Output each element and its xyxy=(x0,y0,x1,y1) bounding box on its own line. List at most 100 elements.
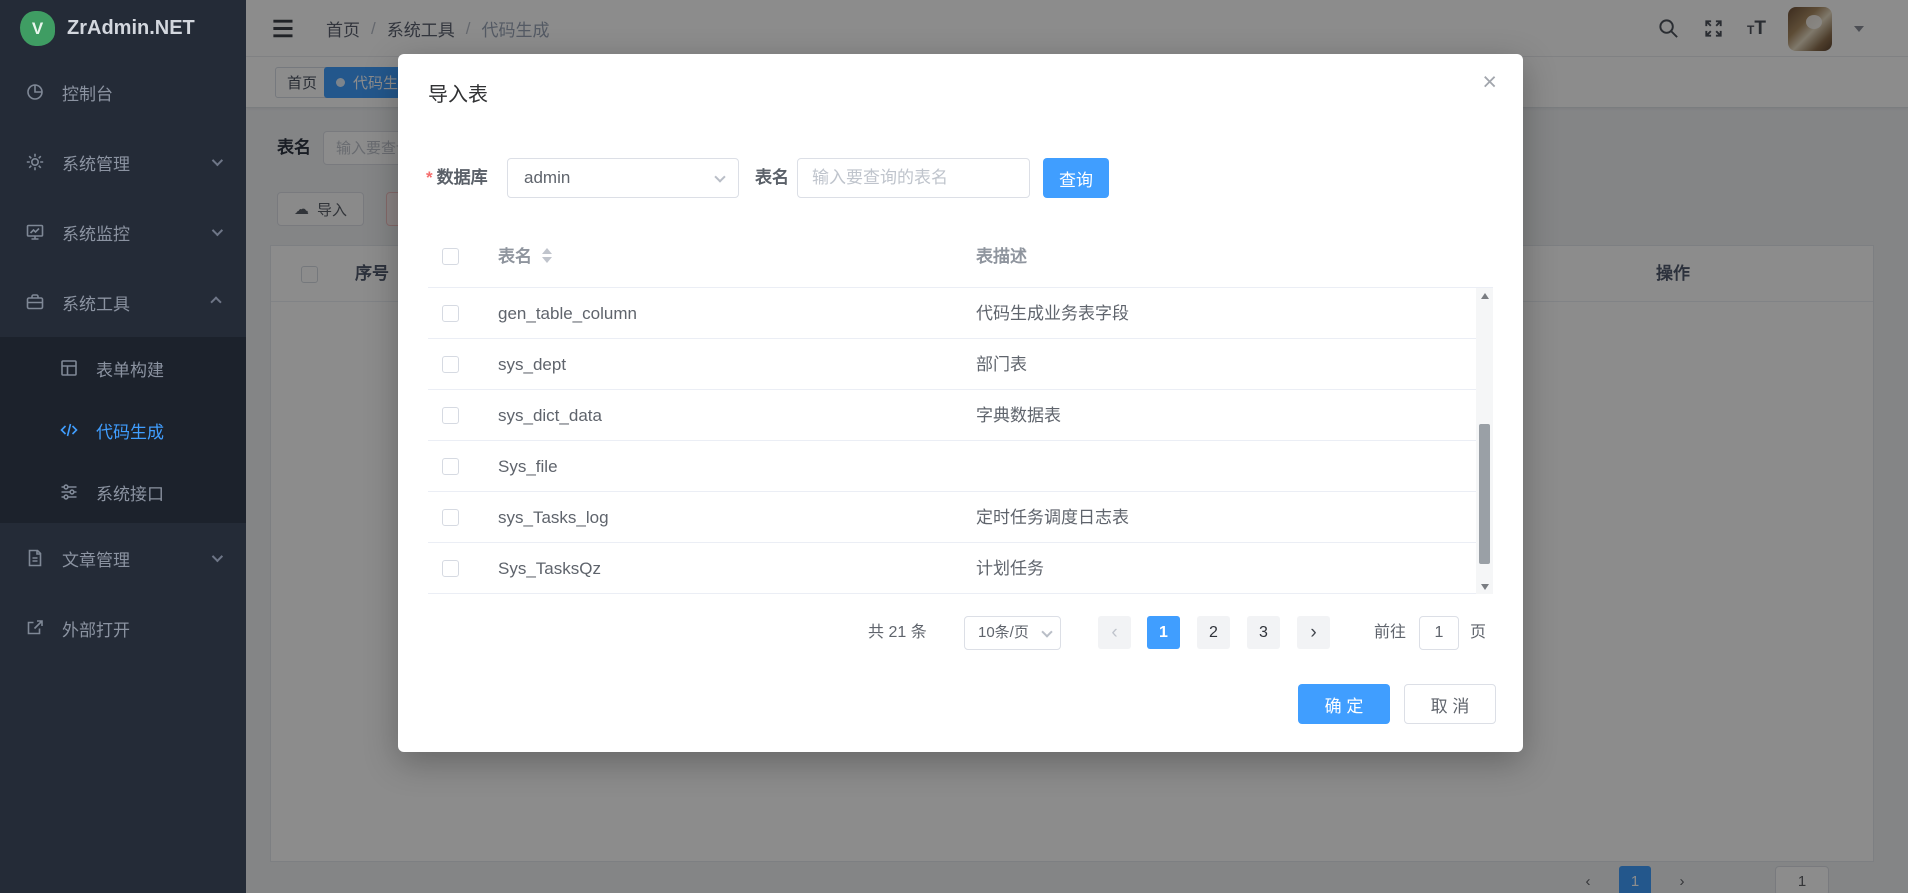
page-size-select[interactable]: 10条/页 xyxy=(964,616,1061,650)
app-title: ZrAdmin.NET xyxy=(67,17,195,40)
sidebar: V ZrAdmin.NET 控制台 系统管理 系统监控 系统工具 表单构建 xyxy=(0,0,246,893)
table-name-cell: sys_Tasks_log xyxy=(498,492,609,543)
sidebar-item-label: 代码生成 xyxy=(96,418,164,443)
chevron-down-icon xyxy=(212,155,223,166)
scrollbar-thumb[interactable] xyxy=(1479,424,1490,564)
page-2-button[interactable]: 2 xyxy=(1197,616,1230,649)
page-3-button[interactable]: 3 xyxy=(1247,616,1280,649)
row-checkbox[interactable] xyxy=(442,458,459,475)
chevron-up-icon xyxy=(210,296,221,307)
sidebar-item-code-generator[interactable]: 代码生成 xyxy=(0,399,246,461)
sidebar-item-label: 系统接口 xyxy=(96,480,164,505)
table-row[interactable]: sys_Tasks_log 定时任务调度日志表 xyxy=(428,492,1493,543)
next-page-button[interactable]: › xyxy=(1297,616,1330,649)
table-name-label: 表名 xyxy=(755,158,789,198)
chevron-down-icon xyxy=(212,225,223,236)
dialog-pagination: 共 21 条 10条/页 ‹ 1 2 3 › 前往 页 xyxy=(398,616,1523,650)
sort-caret-icon[interactable] xyxy=(542,248,552,263)
sidebar-item-external-open[interactable]: 外部打开 xyxy=(0,593,246,663)
chevron-down-icon xyxy=(212,551,223,562)
scrollbar[interactable] xyxy=(1476,288,1493,594)
dialog-query-form: *数据库 admin 表名 查询 xyxy=(398,158,1523,198)
scroll-up-icon[interactable] xyxy=(1476,288,1493,303)
import-table-dialog: 导入表 × *数据库 admin 表名 查询 表名 表描述 gen_table_… xyxy=(398,54,1523,752)
sidebar-item-label: 表单构建 xyxy=(96,356,164,381)
table-desc-cell: 计划任务 xyxy=(976,543,1044,594)
logo-letter: V xyxy=(32,19,43,39)
table-row[interactable]: Sys_file xyxy=(428,441,1493,492)
chevron-down-icon xyxy=(1041,626,1052,637)
dashboard-icon xyxy=(24,81,46,103)
external-link-icon xyxy=(24,617,46,639)
dialog-table-body: gen_table_column 代码生成业务表字段 sys_dept 部门表 … xyxy=(428,288,1493,594)
table-name-cell: Sys_file xyxy=(498,441,558,492)
row-checkbox[interactable] xyxy=(442,305,459,322)
sort-desc-icon xyxy=(542,257,552,263)
scroll-down-icon[interactable] xyxy=(1476,579,1493,594)
page-1-button[interactable]: 1 xyxy=(1147,616,1180,649)
database-select-value: admin xyxy=(524,159,570,197)
close-icon[interactable]: × xyxy=(1482,70,1497,95)
row-checkbox[interactable] xyxy=(442,356,459,373)
row-checkbox[interactable] xyxy=(442,509,459,526)
column-table-name: 表名 xyxy=(498,226,532,288)
required-asterisk: * xyxy=(426,168,433,187)
table-name-cell: Sys_TasksQz xyxy=(498,543,601,594)
chevron-down-icon xyxy=(714,171,725,182)
search-button[interactable]: 查询 xyxy=(1043,158,1109,198)
toolbox-icon xyxy=(24,291,46,313)
goto-unit: 页 xyxy=(1470,616,1486,650)
page-size-value: 10条/页 xyxy=(978,617,1029,649)
sidebar-submenu-system-tools: 表单构建 代码生成 系统接口 xyxy=(0,337,246,523)
sidebar-menu: 控制台 系统管理 系统监控 系统工具 表单构建 代码生成 xyxy=(0,57,246,663)
monitor-icon xyxy=(24,221,46,243)
sliders-icon xyxy=(58,481,80,503)
sidebar-item-label: 系统监控 xyxy=(62,220,130,245)
gear-icon xyxy=(24,151,46,173)
goto-label: 前往 xyxy=(1374,616,1406,650)
row-checkbox[interactable] xyxy=(442,560,459,577)
confirm-button[interactable]: 确 定 xyxy=(1298,684,1390,724)
sidebar-item-system-monitor[interactable]: 系统监控 xyxy=(0,197,246,267)
table-desc-cell: 定时任务调度日志表 xyxy=(976,492,1129,543)
sidebar-item-label: 系统工具 xyxy=(62,290,130,315)
table-name-cell: gen_table_column xyxy=(498,288,637,339)
goto-page-input[interactable] xyxy=(1419,616,1459,650)
row-checkbox[interactable] xyxy=(442,407,459,424)
sidebar-item-label: 系统管理 xyxy=(62,150,130,175)
table-desc-cell: 代码生成业务表字段 xyxy=(976,288,1129,339)
sort-asc-icon xyxy=(542,248,552,254)
dialog-table-header: 表名 表描述 xyxy=(428,226,1493,288)
database-label: *数据库 xyxy=(426,158,488,198)
column-table-desc: 表描述 xyxy=(976,226,1027,288)
total-count: 共 21 条 xyxy=(868,616,927,650)
form-grid-icon xyxy=(58,357,80,379)
select-all-checkbox[interactable] xyxy=(442,248,459,265)
table-row[interactable]: sys_dept 部门表 xyxy=(428,339,1493,390)
sidebar-item-system-manage[interactable]: 系统管理 xyxy=(0,127,246,197)
sidebar-item-system-tools[interactable]: 系统工具 xyxy=(0,267,246,337)
sidebar-item-article-manage[interactable]: 文章管理 xyxy=(0,523,246,593)
table-name-cell: sys_dict_data xyxy=(498,390,602,441)
code-icon xyxy=(58,419,80,441)
table-name-input[interactable] xyxy=(797,158,1030,198)
sidebar-item-system-api[interactable]: 系统接口 xyxy=(0,461,246,523)
table-desc-cell: 部门表 xyxy=(976,339,1027,390)
app-logo[interactable]: V ZrAdmin.NET xyxy=(0,0,246,57)
table-desc-cell: 字典数据表 xyxy=(976,390,1061,441)
database-select[interactable]: admin xyxy=(507,158,739,198)
table-row[interactable]: gen_table_column 代码生成业务表字段 xyxy=(428,288,1493,339)
sidebar-item-form-builder[interactable]: 表单构建 xyxy=(0,337,246,399)
sidebar-item-label: 控制台 xyxy=(62,80,113,105)
document-icon xyxy=(24,547,46,569)
sidebar-item-label: 文章管理 xyxy=(62,546,130,571)
table-name-cell: sys_dept xyxy=(498,339,566,390)
prev-page-button[interactable]: ‹ xyxy=(1098,616,1131,649)
cancel-button[interactable]: 取 消 xyxy=(1404,684,1496,724)
sidebar-item-label: 外部打开 xyxy=(62,616,130,641)
table-row[interactable]: sys_dict_data 字典数据表 xyxy=(428,390,1493,441)
dialog-title: 导入表 xyxy=(428,78,488,107)
logo-icon: V xyxy=(20,11,55,46)
table-row[interactable]: Sys_TasksQz 计划任务 xyxy=(428,543,1493,594)
sidebar-item-dashboard[interactable]: 控制台 xyxy=(0,57,246,127)
